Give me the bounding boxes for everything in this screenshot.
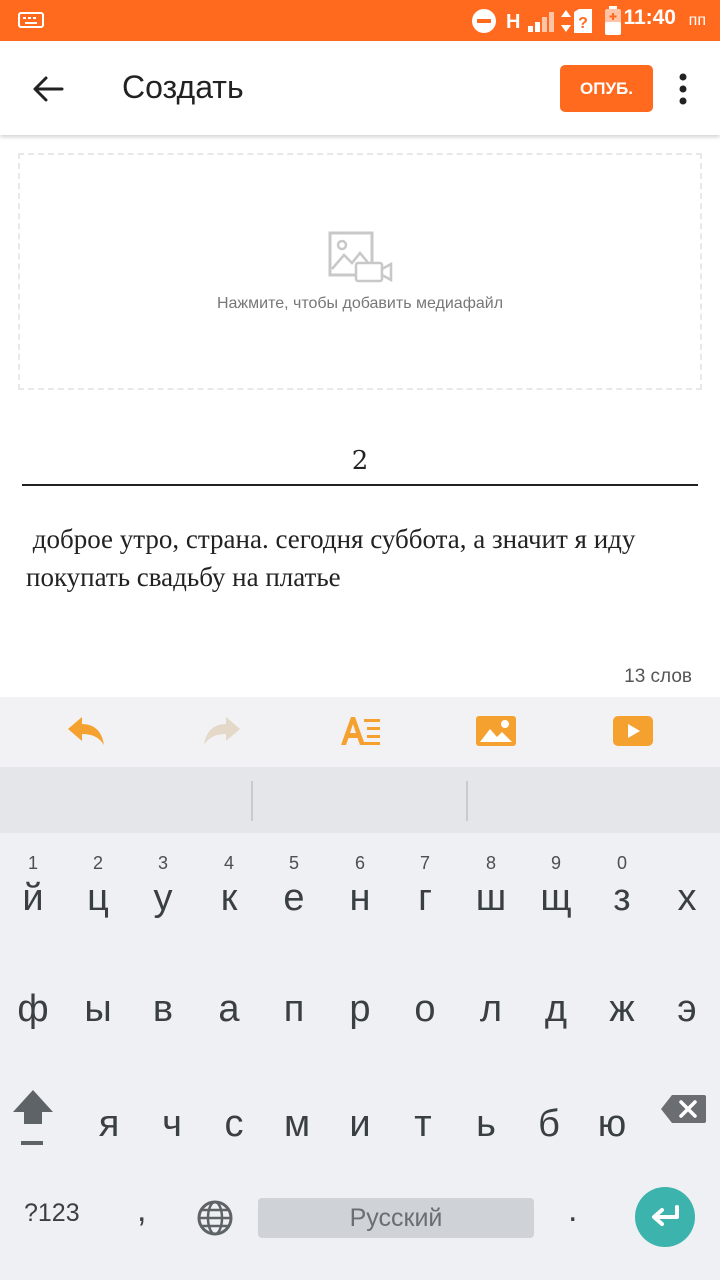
do-not-disturb-icon	[472, 9, 496, 33]
key[interactable]: ч	[139, 1087, 205, 1187]
clock-time: 11:40	[623, 6, 676, 29]
add-media-icon	[328, 231, 393, 283]
suggestion-divider	[251, 781, 253, 821]
key[interactable]: я	[76, 1087, 142, 1187]
key[interactable]: ы	[65, 972, 131, 1072]
key[interactable]: 7 г	[392, 845, 458, 945]
key[interactable]: 2 ц	[65, 845, 131, 945]
more-vertical-icon	[679, 73, 687, 105]
post-title-input[interactable]: 2	[22, 446, 698, 486]
media-dropzone[interactable]: Нажмите, чтобы добавить медиафайл	[18, 153, 702, 390]
comma-key[interactable]: ,	[137, 1191, 146, 1230]
text-format-button[interactable]	[338, 711, 382, 751]
key[interactable]: 6 н	[327, 845, 393, 945]
key[interactable]: д	[523, 972, 589, 1072]
key[interactable]: э	[654, 972, 720, 1072]
suggestion-strip	[0, 767, 720, 833]
symbols-key[interactable]: ?123	[24, 1199, 80, 1228]
text-format-icon	[341, 717, 380, 745]
network-type: H	[506, 11, 521, 33]
page-title: Создать	[122, 69, 244, 105]
enter-key[interactable]	[635, 1187, 695, 1247]
data-arrows-icon	[561, 10, 571, 32]
key[interactable]: с	[201, 1087, 267, 1187]
publish-button[interactable]: ОПУБ.	[560, 65, 653, 112]
insert-image-button[interactable]	[474, 711, 518, 751]
key[interactable]: 3 у	[130, 845, 196, 945]
post-body-editor[interactable]: доброе утро, страна. сегодня суббота, а …	[26, 520, 696, 596]
shift-icon	[13, 1090, 53, 1145]
back-button[interactable]	[30, 71, 66, 107]
key[interactable]: а	[196, 972, 262, 1072]
key[interactable]: ю	[579, 1087, 645, 1187]
image-icon	[476, 716, 516, 746]
key[interactable]: 9 щ	[523, 845, 589, 945]
redo-button[interactable]	[200, 711, 244, 751]
key[interactable]: о	[392, 972, 458, 1072]
battery-charging-icon	[605, 6, 621, 35]
undo-button[interactable]	[64, 711, 108, 751]
signal-icon	[528, 12, 554, 32]
arrow-left-icon	[33, 76, 64, 102]
key[interactable]: л	[458, 972, 524, 1072]
space-key[interactable]: Русский	[258, 1198, 534, 1238]
key[interactable]: ь	[453, 1087, 519, 1187]
key[interactable]: х	[654, 845, 720, 945]
svg-text:?: ?	[578, 15, 588, 32]
clock-ampm: пп	[688, 12, 706, 29]
key[interactable]: ф	[0, 972, 66, 1072]
key[interactable]: в	[130, 972, 196, 1072]
keyboard: 1 й 2 ц 3 у 4 к 5 е 6 н 7 г 8 ш 9 щ 0 з …	[0, 767, 720, 1280]
video-icon	[613, 716, 653, 746]
sim-unknown-icon: ?	[574, 9, 592, 33]
language-key[interactable]	[196, 1199, 234, 1237]
key[interactable]: п	[261, 972, 327, 1072]
keyboard-icon	[18, 12, 44, 28]
backspace-icon	[661, 1095, 706, 1123]
key[interactable]: ж	[589, 972, 655, 1072]
undo-icon	[68, 717, 104, 745]
media-hint: Нажмите, чтобы добавить медиафайл	[216, 295, 504, 312]
enter-icon	[652, 1205, 679, 1226]
key[interactable]: 5 е	[261, 845, 327, 945]
key[interactable]: т	[390, 1087, 456, 1187]
insert-video-button[interactable]	[611, 711, 655, 751]
key[interactable]: 4 к	[196, 845, 262, 945]
app-bar: Создать ОПУБ.	[0, 41, 720, 135]
status-bar: H ? 11:40 пп	[0, 0, 720, 41]
word-count: 13 слов	[624, 666, 692, 687]
shift-key[interactable]	[6, 1072, 72, 1162]
key[interactable]: и	[327, 1087, 393, 1187]
backspace-key[interactable]	[652, 1085, 718, 1135]
more-options-button[interactable]	[668, 69, 698, 109]
redo-icon	[204, 717, 240, 745]
key[interactable]: р	[327, 972, 393, 1072]
key[interactable]: 0 з	[589, 845, 655, 945]
key[interactable]: б	[516, 1087, 582, 1187]
editor-toolbar	[0, 697, 720, 767]
suggestion-divider	[466, 781, 468, 821]
globe-icon	[197, 1200, 233, 1236]
key[interactable]: м	[264, 1087, 330, 1187]
key[interactable]: 8 ш	[458, 845, 524, 945]
key[interactable]: 1 й	[0, 845, 66, 945]
period-key[interactable]: .	[568, 1191, 577, 1230]
